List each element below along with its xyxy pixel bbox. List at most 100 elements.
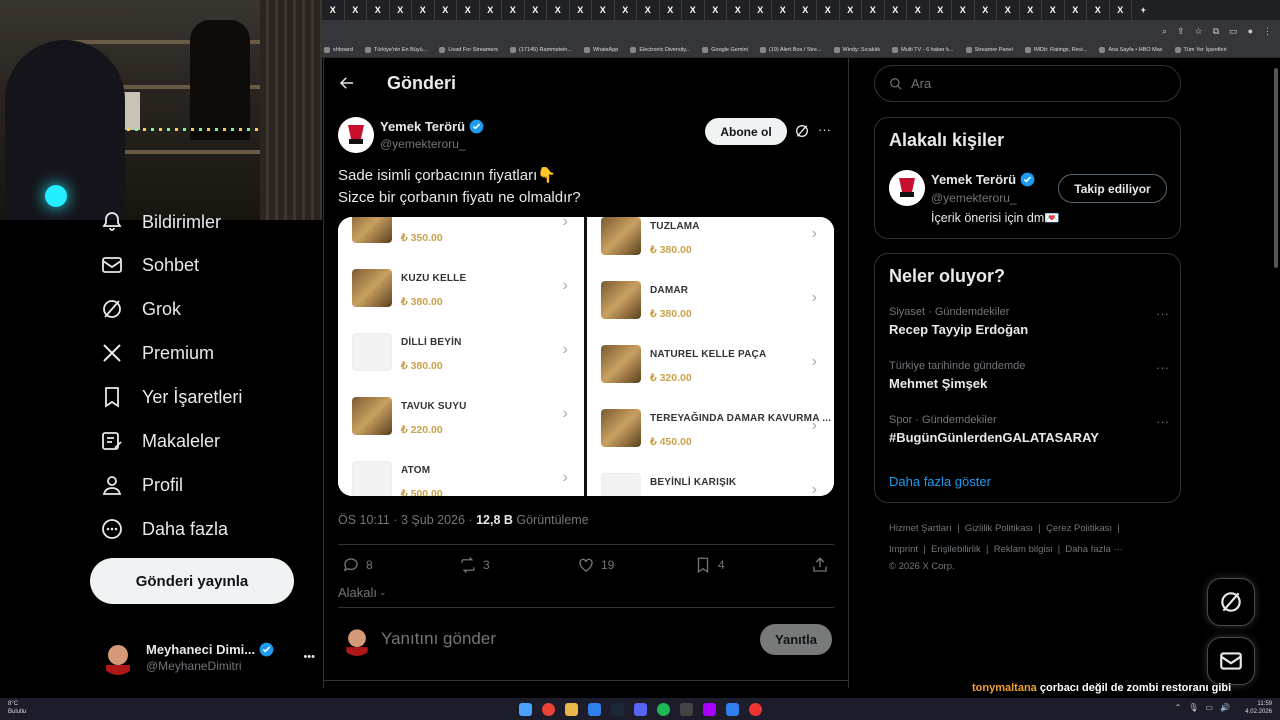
bookmark-item[interactable]: (17145) Rammstein... (510, 46, 572, 53)
author-avatar[interactable] (338, 117, 374, 153)
weather-widget[interactable]: 8°C Bulutlu (8, 700, 26, 716)
bookmark-item[interactable]: IMDb: Ratings, Revi... (1024, 46, 1087, 53)
footer-link[interactable]: Erişilebilirlik (931, 544, 981, 555)
browser-tab[interactable]: X (660, 0, 682, 20)
browser-tab[interactable]: X (412, 0, 435, 20)
bookmark-item[interactable]: (19) Alert Box / Stre... (759, 46, 822, 53)
share-action[interactable] (811, 556, 829, 574)
reply-button[interactable]: Yanıtla (760, 624, 832, 655)
search-icon[interactable]: ⌕ (1162, 26, 1167, 37)
clock[interactable]: 11:59 4.02.2026 (1245, 700, 1272, 716)
trend-item[interactable]: Siyaset · Gündemdekiler Recep Tayyip Erd… (889, 306, 1169, 337)
browser-tab[interactable]: X (592, 0, 615, 20)
reply-input[interactable] (381, 626, 741, 652)
footer-link[interactable]: Hizmet Şartları (889, 523, 952, 534)
back-arrow-icon[interactable] (338, 74, 356, 97)
browser-tab[interactable]: X (682, 0, 705, 20)
browser-tab[interactable]: X (930, 0, 952, 20)
nav-chat[interactable]: Sohbet (100, 253, 199, 277)
account-switcher[interactable]: Meyhaneci Dimi... @MeyhaneDimitri ••• (100, 634, 315, 680)
more-icon[interactable]: ••• (303, 651, 315, 663)
related-handle[interactable]: @yemekteroru_ (931, 191, 1017, 205)
nav-premium[interactable]: Premium (100, 341, 214, 365)
browser-tab[interactable]: X (1020, 0, 1042, 20)
more-icon[interactable]: ··· (818, 122, 831, 137)
bookmark-item[interactable]: Multi TV - 6 haber k... (892, 46, 954, 53)
browser-tab[interactable]: X (727, 0, 750, 20)
app-icon[interactable] (748, 702, 762, 716)
repost-action[interactable]: 3 (459, 556, 490, 574)
browser-tab[interactable]: X (862, 0, 885, 20)
bookmark-item[interactable]: Electronic Diversity... (630, 46, 690, 53)
browser-tab[interactable]: X (345, 0, 367, 20)
nav-notifications[interactable]: Bildirimler (100, 210, 221, 234)
browser-tab[interactable]: X (705, 0, 727, 20)
browser-tab[interactable]: X (750, 0, 772, 20)
timestamp[interactable]: ÖS 10:11 · 3 Şub 2026 · (338, 513, 476, 527)
browser-tab[interactable]: X (502, 0, 525, 20)
folder-icon[interactable] (564, 702, 578, 716)
reply-action[interactable]: 8 (342, 556, 373, 574)
search-box[interactable] (874, 65, 1181, 102)
spotify-icon[interactable] (656, 702, 670, 716)
system-tray[interactable]: ⌃ 🎙 ▭ 🔊 (1175, 703, 1230, 712)
search-input[interactable] (911, 76, 1161, 91)
browser-tab[interactable]: X (547, 0, 570, 20)
browser-tab[interactable]: X (322, 0, 345, 20)
trend-item[interactable]: Spor · Gündemdekiler #BugünGünlerdenGALA… (889, 414, 1169, 445)
browser-tab[interactable]: X (997, 0, 1020, 20)
bookmark-item[interactable]: Google Gemini (702, 46, 748, 53)
bookmark-item[interactable]: Windy: Sıcaklık (833, 46, 880, 53)
browser-tab[interactable]: X (390, 0, 412, 20)
relevance-dropdown[interactable]: Alakalı ⌄ (338, 585, 387, 600)
browser-tab[interactable]: X (1110, 0, 1132, 20)
share-icon[interactable]: ⇪ (1177, 26, 1185, 37)
profile-icon[interactable]: ● (1248, 26, 1253, 36)
bookmark-action[interactable]: 4 (694, 556, 725, 574)
browser-tab[interactable]: X (885, 0, 907, 20)
steam-icon[interactable] (610, 702, 624, 716)
menu-icon[interactable]: ⋮ (1263, 26, 1272, 37)
show-more-link[interactable]: Daha fazla göster (889, 474, 991, 489)
grok-fab[interactable] (1207, 578, 1255, 626)
browser-tab[interactable]: X (367, 0, 390, 20)
more-icon[interactable]: ··· (1156, 306, 1169, 321)
messages-fab[interactable] (1207, 637, 1255, 685)
bookmark-item[interactable]: shboard (324, 46, 353, 53)
browser-tab[interactable]: X (975, 0, 997, 20)
app-icon[interactable] (702, 702, 716, 716)
browser-tab[interactable]: X (952, 0, 975, 20)
sidebar-icon[interactable]: ▭ (1229, 26, 1238, 37)
browser-tab[interactable]: X (457, 0, 480, 20)
browser-tab[interactable]: X (570, 0, 592, 20)
related-name[interactable]: Yemek Terörü (931, 172, 1016, 187)
footer-link[interactable]: Çerez Politikası (1046, 523, 1112, 534)
browser-tab[interactable]: X (817, 0, 840, 20)
browser-tab[interactable]: X (795, 0, 817, 20)
app-icon[interactable] (679, 702, 693, 716)
browser-tab[interactable]: X (1065, 0, 1087, 20)
app-icon[interactable] (587, 702, 601, 716)
footer-link[interactable]: Reklam bilgisi (994, 544, 1053, 555)
more-icon[interactable]: ··· (1156, 360, 1169, 375)
bookmark-item[interactable]: Ana Sayfa • HBO Max (1099, 46, 1163, 53)
more-icon[interactable]: ··· (1156, 414, 1169, 429)
new-tab-button[interactable]: + (1132, 0, 1155, 20)
bookmark-item[interactable]: Türkiye'nin En Büyü... (364, 46, 427, 53)
related-avatar[interactable] (889, 170, 925, 206)
browser-tab[interactable]: X (772, 0, 795, 20)
browser-tab[interactable]: X (1042, 0, 1065, 20)
nav-grok[interactable]: Grok (100, 297, 181, 321)
nav-more[interactable]: Daha fazla (100, 517, 228, 541)
browser-tab[interactable]: X (525, 0, 547, 20)
follow-button[interactable]: Takip ediliyor (1058, 174, 1167, 203)
grok-icon[interactable] (794, 123, 810, 144)
scrollbar[interactable] (1274, 68, 1278, 268)
extensions-icon[interactable]: ⧉ (1213, 26, 1219, 37)
windows-start-icon[interactable] (518, 702, 532, 716)
nav-profile[interactable]: Profil (100, 473, 183, 497)
browser-tab[interactable]: X (907, 0, 930, 20)
bookmark-item[interactable]: Livad For Streamers (439, 46, 498, 53)
star-icon[interactable]: ☆ (1195, 26, 1203, 37)
nav-articles[interactable]: Makaleler (100, 429, 220, 453)
